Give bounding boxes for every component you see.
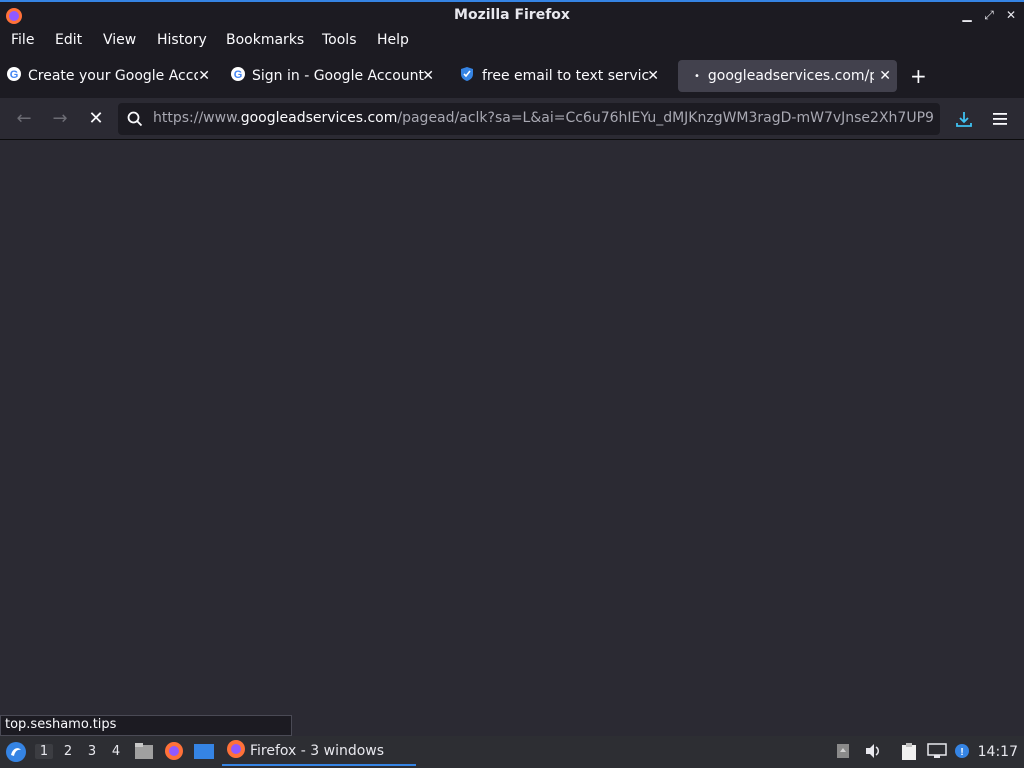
window-title: Mozilla Firefox	[454, 7, 570, 23]
back-button[interactable]: ←	[12, 107, 36, 131]
tray-up-arrow-icon[interactable]	[836, 743, 850, 763]
menu-view[interactable]: View	[103, 32, 136, 48]
url-text[interactable]: https://www.googleadservices.com/pagead/…	[153, 110, 935, 126]
tab-label: Create your Google Acco	[28, 68, 198, 84]
workspace-1[interactable]: 1	[35, 744, 53, 759]
close-window-icon[interactable]: ✕	[1004, 8, 1018, 22]
tab-googleadservices[interactable]: • googleadservices.com/p ✕	[678, 60, 897, 92]
clipboard-icon[interactable]	[900, 743, 918, 765]
close-tab-icon[interactable]: ✕	[422, 68, 434, 84]
clock: 14:17	[977, 744, 1018, 760]
google-icon: G	[6, 66, 22, 86]
url-prefix: https://www.	[153, 110, 241, 126]
network-icon[interactable]	[927, 743, 947, 763]
loading-dot-icon: •	[694, 70, 700, 82]
page-content	[0, 140, 1024, 736]
notification-icon[interactable]: !	[954, 743, 972, 765]
download-icon[interactable]	[955, 110, 973, 132]
start-menu-icon[interactable]	[5, 741, 27, 767]
google-icon: G	[230, 66, 246, 86]
hamburger-menu-icon[interactable]	[992, 111, 1008, 130]
link-status-text: top.seshamo.tips	[0, 715, 292, 736]
tab-strip: G Create your Google Acco ✕ G Sign in - …	[0, 54, 1024, 98]
url-host: googleadservices.com	[240, 110, 398, 126]
forward-button[interactable]: →	[48, 107, 72, 131]
menu-tools[interactable]: Tools	[322, 32, 357, 48]
menubar: File Edit View History Bookmarks Tools H…	[0, 30, 1024, 54]
tab-label: free email to text service	[482, 68, 650, 84]
tab-label: Sign in - Google Accounts	[252, 68, 424, 84]
workspace-2[interactable]: 2	[59, 744, 77, 759]
minimize-icon[interactable]: ▁	[960, 8, 974, 22]
shield-check-icon	[460, 66, 474, 86]
workspace-4[interactable]: 4	[107, 744, 125, 759]
close-tab-icon[interactable]: ✕	[198, 68, 210, 84]
menu-bookmarks[interactable]: Bookmarks	[226, 32, 304, 48]
close-tab-icon[interactable]: ✕	[647, 68, 659, 84]
tab-label: googleadservices.com/p	[707, 68, 874, 84]
close-tab-icon[interactable]: ✕	[879, 68, 891, 84]
menu-help[interactable]: Help	[377, 32, 409, 48]
tab-create-google-account[interactable]: G Create your Google Acco ✕	[6, 60, 216, 92]
search-icon	[127, 111, 143, 131]
menu-file[interactable]: File	[11, 32, 34, 48]
tab-free-email-to-text[interactable]: free email to text service ✕	[455, 60, 665, 92]
firefox-icon	[226, 739, 246, 763]
file-manager-icon[interactable]	[134, 742, 154, 764]
taskbar: 1 2 3 4 Firefox - 3 windows ! 14:17	[0, 736, 1024, 768]
svg-text:G: G	[234, 69, 243, 81]
menu-history[interactable]: History	[157, 32, 207, 48]
tab-sign-in-google[interactable]: G Sign in - Google Accounts ✕	[230, 60, 440, 92]
svg-text:!: !	[960, 747, 963, 758]
restore-icon[interactable]: ⤢	[982, 8, 996, 22]
menu-edit[interactable]: Edit	[55, 32, 82, 48]
new-tab-button[interactable]: +	[910, 64, 927, 88]
desktop-icon[interactable]	[193, 743, 215, 765]
volume-icon[interactable]	[864, 743, 882, 763]
firefox-launcher-icon[interactable]	[164, 741, 184, 765]
window-titlebar: Mozilla Firefox ▁ ⤢ ✕	[0, 0, 1024, 30]
workspace-3[interactable]: 3	[83, 744, 101, 759]
url-bar[interactable]: https://www.googleadservices.com/pagead/…	[118, 103, 940, 135]
url-path: /pagead/aclk?sa=L&ai=Cc6u76hIEYu_dMJKnzg…	[397, 110, 934, 126]
task-label: Firefox - 3 windows	[250, 743, 385, 759]
taskbar-firefox-task[interactable]: Firefox - 3 windows	[222, 738, 416, 766]
stop-loading-button[interactable]: ✕	[84, 107, 108, 131]
navigation-toolbar: ← → ✕ https://www.googleadservices.com/p…	[0, 98, 1024, 140]
svg-text:G: G	[10, 69, 19, 81]
